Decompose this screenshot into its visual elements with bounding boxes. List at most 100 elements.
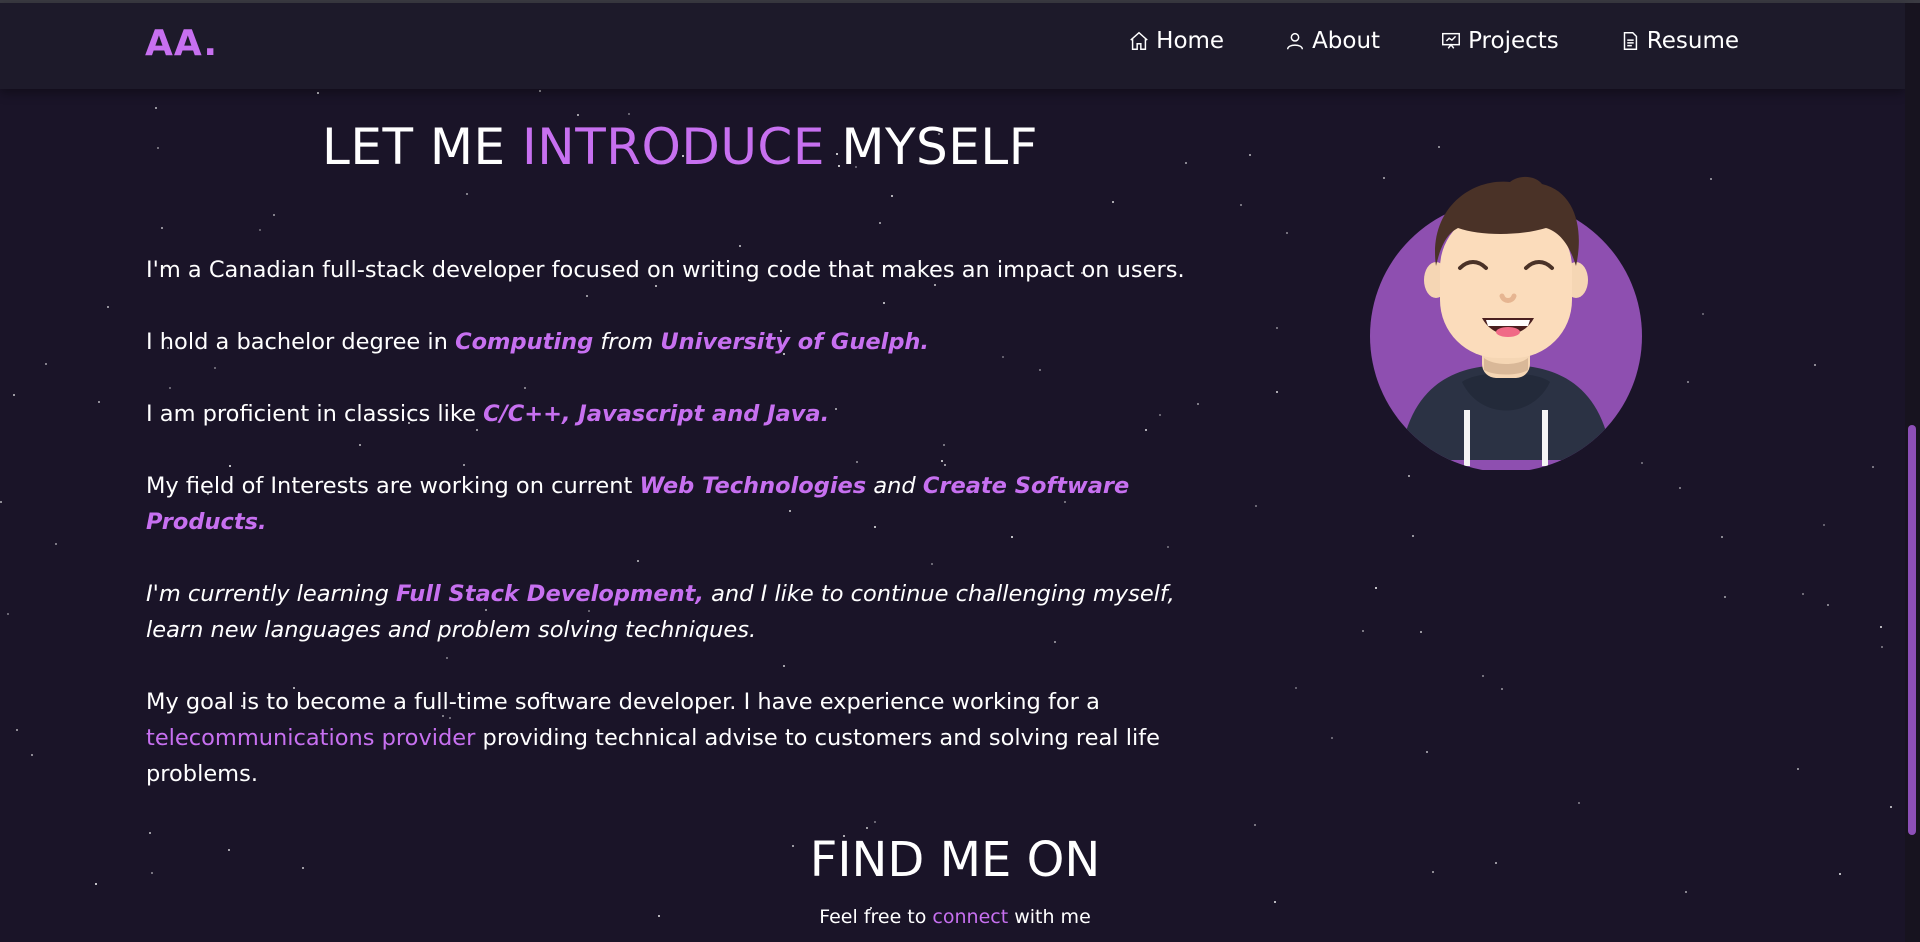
about-paragraph-1: I'm a Canadian full-stack developer focu…: [146, 252, 1206, 288]
star: [739, 245, 741, 247]
find-sub-a: Feel free to: [819, 906, 933, 928]
star: [1827, 604, 1829, 606]
avatar-illustration: [1370, 176, 1642, 472]
star: [1362, 630, 1364, 632]
presentation-icon: [1442, 32, 1461, 49]
star: [1295, 687, 1297, 689]
star: [317, 92, 319, 94]
star: [1420, 631, 1422, 633]
navbar: AA. Home About Projects Resume: [0, 3, 1905, 89]
star: [1254, 824, 1256, 826]
star: [891, 195, 893, 197]
p6-highlight-telecom: telecommunications provider: [146, 725, 476, 751]
star: [7, 613, 9, 615]
star: [879, 222, 881, 224]
star: [1881, 646, 1883, 648]
star: [1872, 466, 1874, 468]
star: [466, 193, 468, 195]
star: [1501, 688, 1503, 690]
star: [1112, 201, 1114, 203]
star: [55, 543, 57, 545]
nav-label-projects: Projects: [1468, 28, 1559, 54]
connect-link[interactable]: connect: [932, 906, 1008, 928]
p5-text-a: I'm currently learning: [146, 581, 397, 607]
star: [1408, 475, 1410, 477]
star: [1426, 751, 1428, 753]
about-paragraph-4: My field of Interests are working on cur…: [146, 468, 1206, 540]
star: [273, 214, 275, 216]
intro-title-post: MYSELF: [841, 118, 1038, 176]
avatar: [1370, 170, 1642, 472]
star: [1702, 313, 1704, 315]
star: [1679, 487, 1681, 489]
about-paragraph-5: I'm currently learning Full Stack Develo…: [146, 576, 1206, 648]
nav-item-resume[interactable]: Resume: [1619, 28, 1739, 54]
intro-title-pre: LET ME: [322, 118, 506, 176]
star: [1797, 768, 1799, 770]
p2-text-c: from: [593, 329, 661, 355]
p1-text: I'm a Canadian full-stack developer focu…: [146, 257, 1185, 283]
intro-title-accent: INTRODUCE: [522, 118, 825, 176]
about-text: I'm a Canadian full-stack developer focu…: [146, 252, 1206, 828]
star: [0, 501, 2, 503]
star: [1255, 505, 1257, 507]
p4-text-a: My field of Interests are working on cur…: [146, 473, 640, 499]
star: [1802, 593, 1804, 595]
star: [107, 306, 109, 308]
star: [1890, 806, 1892, 808]
star: [1724, 596, 1726, 598]
star: [1721, 536, 1723, 538]
p5-highlight-fullstack: Full Stack Development,: [396, 581, 704, 607]
star: [1578, 802, 1580, 804]
p4-highlight-web: Web Technologies: [639, 473, 867, 499]
star: [1880, 626, 1882, 628]
star: [98, 401, 100, 403]
star: [1814, 364, 1816, 366]
star: [1375, 587, 1377, 589]
star: [628, 113, 630, 115]
scrollbar-thumb[interactable]: [1908, 425, 1916, 835]
star: [1438, 146, 1440, 148]
p3-highlight-languages: C/C++, Javascript and Java.: [483, 401, 830, 427]
document-icon: [1623, 32, 1637, 50]
nav-item-projects[interactable]: Projects: [1440, 28, 1559, 54]
about-paragraph-3: I am proficient in classics like C/C++, …: [146, 396, 1206, 432]
p6-text-a: My goal is to become a full-time softwar…: [146, 689, 1100, 715]
about-paragraph-2: I hold a bachelor degree in Computing fr…: [146, 324, 1206, 360]
p2-highlight-university: University of Guelph.: [660, 329, 929, 355]
star: [1412, 535, 1414, 537]
p4-text-c: and: [866, 473, 923, 499]
star: [1710, 178, 1712, 180]
intro-heading: LET ME INTRODUCE MYSELF: [0, 118, 1360, 176]
star: [13, 394, 15, 396]
star: [45, 363, 47, 365]
star: [155, 107, 157, 109]
home-icon: [1130, 31, 1148, 50]
star: [1331, 737, 1333, 739]
star: [1685, 891, 1687, 893]
find-me-heading: FIND ME ON: [809, 832, 1101, 888]
about-paragraph-6: My goal is to become a full-time softwar…: [146, 684, 1206, 792]
find-me-subtitle: Feel free to connect with me: [0, 906, 1910, 928]
star: [1482, 675, 1484, 677]
star: [31, 754, 33, 756]
p3-text-a: I am proficient in classics like: [146, 401, 484, 427]
star: [259, 229, 261, 231]
star: [1276, 391, 1278, 393]
nav-item-about[interactable]: About: [1284, 28, 1380, 54]
star: [161, 227, 163, 229]
star: [1276, 327, 1278, 329]
find-sub-c: with me: [1008, 906, 1091, 928]
nav-label-resume: Resume: [1646, 28, 1739, 54]
p2-highlight-computing: Computing: [455, 329, 594, 355]
star: [1823, 524, 1825, 526]
star: [1687, 381, 1689, 383]
user-icon: [1287, 32, 1304, 50]
nav-label-home: Home: [1156, 28, 1225, 54]
star: [1286, 232, 1288, 234]
site-logo[interactable]: AA.: [145, 23, 218, 64]
nav-label-about: About: [1312, 28, 1381, 54]
star: [577, 114, 579, 116]
star: [1240, 204, 1242, 206]
nav-item-home[interactable]: Home: [1128, 28, 1224, 54]
